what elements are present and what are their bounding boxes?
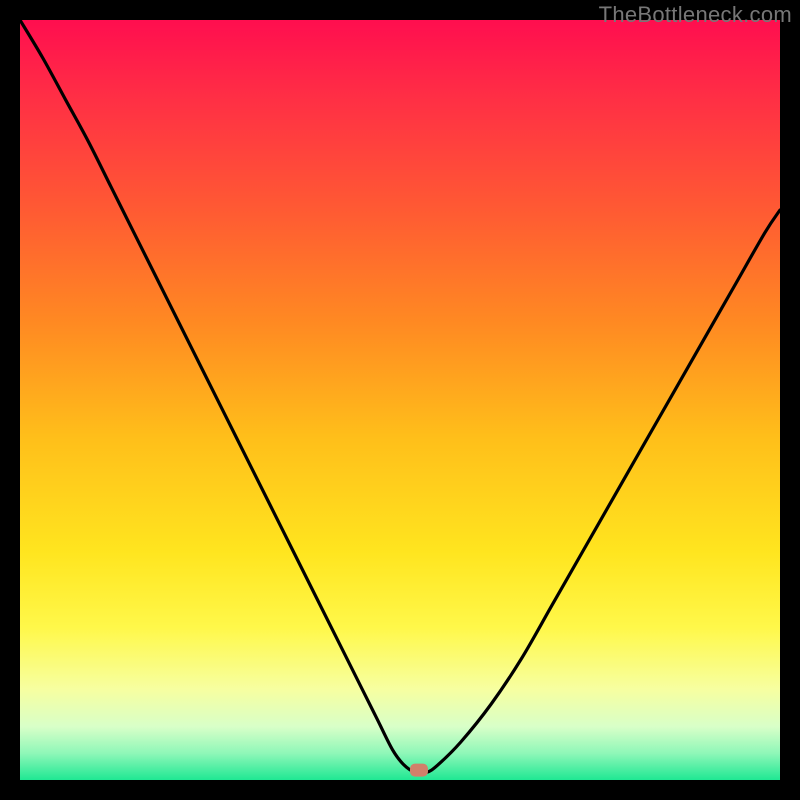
chart-background — [20, 20, 780, 780]
bottleneck-chart — [20, 20, 780, 780]
optimal-point-marker — [410, 764, 428, 777]
chart-frame — [20, 20, 780, 780]
watermark-text: TheBottleneck.com — [599, 2, 792, 28]
